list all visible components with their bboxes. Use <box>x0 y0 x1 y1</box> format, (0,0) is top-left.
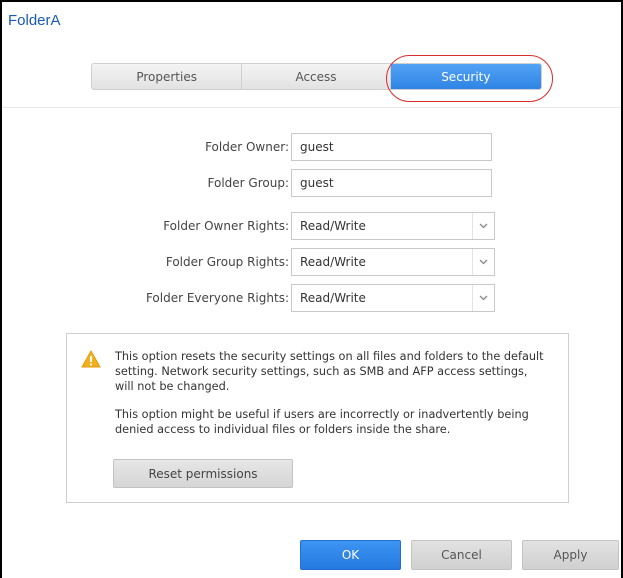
tab-access[interactable]: Access <box>242 64 391 89</box>
folder-owner-row: Folder Owner: <box>2 134 289 160</box>
group-rights-value: Read/Write <box>300 255 366 269</box>
ok-button[interactable]: OK <box>300 540 401 570</box>
group-rights-select[interactable]: Read/Write <box>291 248 495 276</box>
folder-group-label: Folder Group: <box>207 176 289 190</box>
cancel-button[interactable]: Cancel <box>411 540 512 570</box>
folder-owner-input[interactable]: guest <box>291 133 492 161</box>
tab-properties[interactable]: Properties <box>92 64 243 89</box>
dialog-window: FolderA Properties Access Security Folde… <box>0 0 623 578</box>
everyone-rights-select[interactable]: Read/Write <box>291 284 495 312</box>
chevron-down-icon[interactable] <box>472 213 494 239</box>
everyone-rights-value: Read/Write <box>300 291 366 305</box>
chevron-down-icon[interactable] <box>472 249 494 275</box>
notice-paragraph-1: This option resets the security settings… <box>115 350 544 393</box>
reset-notice-box: This option resets the security settings… <box>66 333 569 503</box>
apply-button[interactable]: Apply <box>522 540 619 570</box>
notice-paragraph-2: This option might be useful if users are… <box>115 408 529 436</box>
chevron-down-icon[interactable] <box>472 285 494 311</box>
reset-permissions-button[interactable]: Reset permissions <box>113 459 293 488</box>
owner-rights-select[interactable]: Read/Write <box>291 212 495 240</box>
group-rights-row: Folder Group Rights: <box>2 249 289 275</box>
folder-owner-label: Folder Owner: <box>205 140 289 154</box>
folder-group-input[interactable]: guest <box>291 169 492 197</box>
warning-icon <box>81 350 101 368</box>
owner-rights-row: Folder Owner Rights: <box>2 213 289 239</box>
folder-group-row: Folder Group: <box>2 170 289 196</box>
security-tab-highlight-circle <box>386 55 553 102</box>
everyone-rights-label: Folder Everyone Rights: <box>145 291 289 305</box>
dialog-title: FolderA <box>8 12 61 29</box>
header-divider <box>2 107 621 108</box>
group-rights-label: Folder Group Rights: <box>165 255 289 269</box>
everyone-rights-row: Folder Everyone Rights: <box>2 285 289 311</box>
owner-rights-label: Folder Owner Rights: <box>163 219 289 233</box>
owner-rights-value: Read/Write <box>300 219 366 233</box>
